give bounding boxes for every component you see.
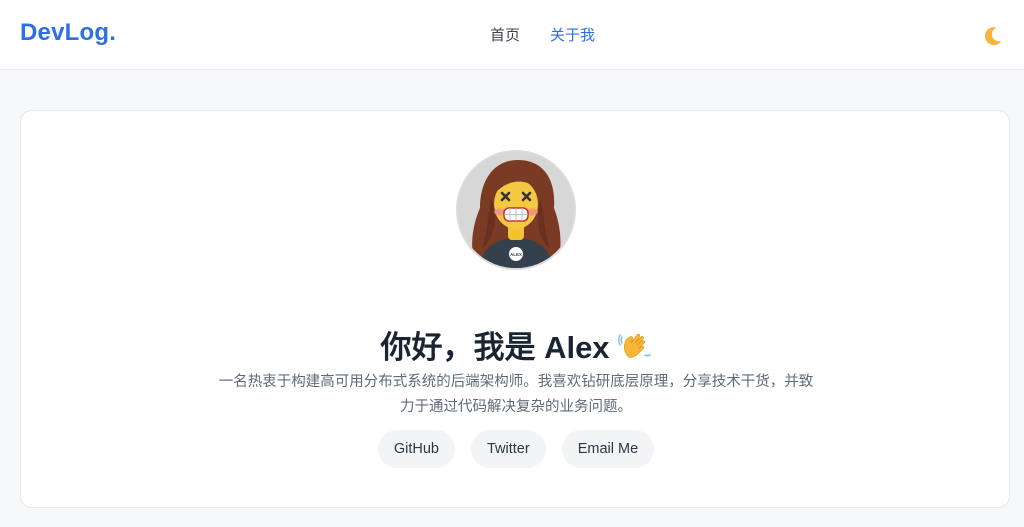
profile-card: ALEX 你好，我是 Alex 一名热衷于构建高可用分布式系统的后端架构师。我喜…	[20, 110, 1010, 508]
nav-link-about[interactable]: 关于我	[550, 24, 595, 45]
avatar-badge-text: ALEX	[510, 252, 522, 257]
email-me-button[interactable]: Email Me	[561, 430, 655, 468]
top-navbar: DevLog. 首页 关于我	[0, 0, 1024, 70]
waving-hand-icon	[617, 329, 652, 371]
nav-link-home[interactable]: 首页	[490, 24, 520, 45]
headline-text: 你好，我是 Alex	[380, 329, 610, 365]
moon-icon	[984, 27, 1002, 46]
theme-toggle-button[interactable]	[981, 24, 1005, 48]
avatar-illustration: ALEX	[458, 152, 574, 268]
main-nav: 首页 关于我	[490, 24, 595, 45]
bio-text: 一名热衷于构建高可用分布式系统的后端架构师。我喜欢钻研底层原理，分享技术干货，并…	[218, 373, 814, 415]
social-links: GitHub Twitter Email Me	[21, 430, 1011, 468]
twitter-link-button[interactable]: Twitter	[471, 430, 546, 468]
avatar: ALEX	[456, 150, 576, 270]
page-title: 你好，我是 Alex	[21, 322, 1011, 371]
github-link-button[interactable]: GitHub	[377, 430, 455, 468]
brand-logo[interactable]: DevLog.	[20, 19, 116, 47]
